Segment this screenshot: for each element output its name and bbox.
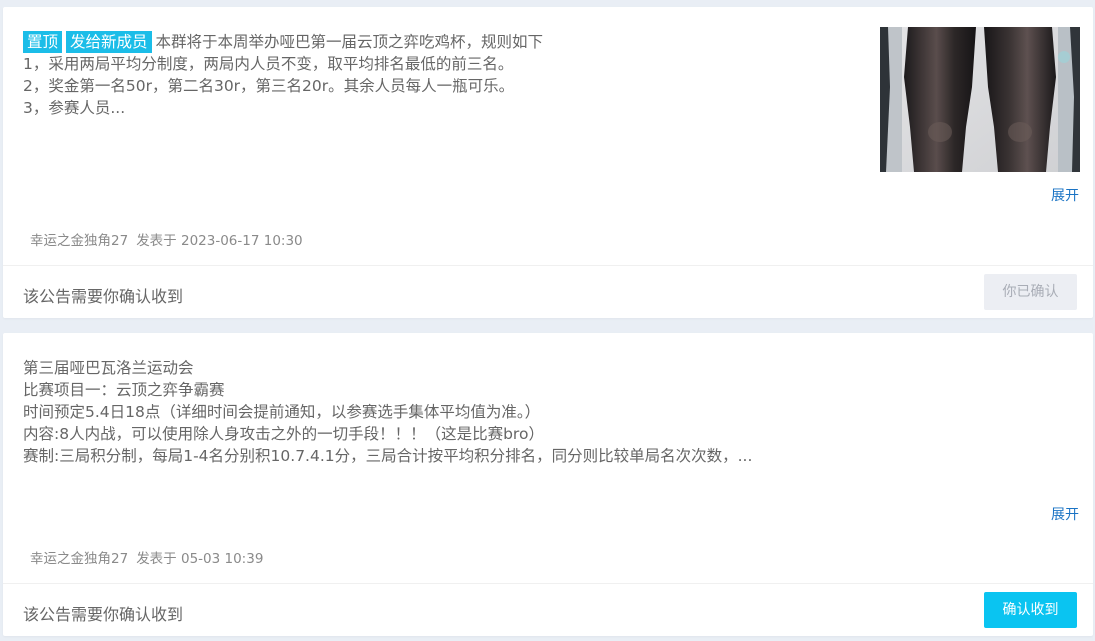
post-time: 发表于 05-03 10:39 xyxy=(136,551,264,567)
confirm-receipt-button[interactable]: 确认收到 xyxy=(984,592,1077,628)
confirm-prompt: 该公告需要你确认收到 xyxy=(23,287,184,306)
announcement-line: 第三届哑巴瓦洛兰运动会 xyxy=(23,359,194,377)
pinned-tag: 置顶 xyxy=(23,31,63,53)
announcement-line: 2，奖金第一名50r，第二名30r，第三名20r。其余人员每人一瓶可乐。 xyxy=(23,77,515,95)
post-meta: 幸运之金独角27 发表于 05-03 10:39 xyxy=(30,547,271,567)
divider xyxy=(3,265,1093,266)
announcement-body: 第三届哑巴瓦洛兰运动会 比赛项目一：云顶之弈争霸赛 时间预定5.4日18点（详细… xyxy=(23,357,1073,467)
divider xyxy=(3,583,1093,584)
announcement-line: 3，参赛人员... xyxy=(23,99,126,117)
confirm-prompt: 该公告需要你确认收到 xyxy=(23,605,184,624)
announcement-line: 赛制:三局积分制，每局1-4名分别积10.7.4.1分，三局合计按平均积分排名，… xyxy=(23,447,753,465)
author-name: 幸运之金独角27 xyxy=(30,551,129,567)
legs-photo-icon xyxy=(880,27,1080,172)
announcement-line: 1，采用两局平均分制度，两局内人员不变，取平均排名最低的前三名。 xyxy=(23,55,514,73)
post-meta: 幸运之金独角27 发表于 2023-06-17 10:30 xyxy=(30,229,311,249)
announcement-line: 内容:8人内战，可以使用除人身攻击之外的一切手段！！！（这是比赛bro） xyxy=(23,425,544,443)
expand-link[interactable]: 展开 xyxy=(1051,185,1079,205)
author-name: 幸运之金独角27 xyxy=(30,233,129,249)
announcement-line: 比赛项目一：云顶之弈争霸赛 xyxy=(23,381,225,399)
announcement-body: 置顶 发给新成员 本群将于本周举办哑巴第一届云顶之弈吃鸡杯，规则如下 1，采用两局平… xyxy=(23,31,863,119)
announcement-card: 置顶 发给新成员 本群将于本周举办哑巴第一届云顶之弈吃鸡杯，规则如下 1，采用两局平… xyxy=(3,7,1093,318)
announcement-card: 第三届哑巴瓦洛兰运动会 比赛项目一：云顶之弈争霸赛 时间预定5.4日18点（详细… xyxy=(3,333,1093,636)
announcement-image[interactable] xyxy=(880,27,1080,172)
announcement-line: 时间预定5.4日18点（详细时间会提前通知，以参赛选手集体平均值为准。） xyxy=(23,403,541,421)
post-time: 发表于 2023-06-17 10:30 xyxy=(136,233,303,249)
confirmed-button: 你已确认 xyxy=(984,274,1077,310)
new-member-tag: 发给新成员 xyxy=(66,31,152,53)
expand-link[interactable]: 展开 xyxy=(1051,504,1079,524)
announcement-line: 本群将于本周举办哑巴第一届云顶之弈吃鸡杯，规则如下 xyxy=(155,33,544,51)
